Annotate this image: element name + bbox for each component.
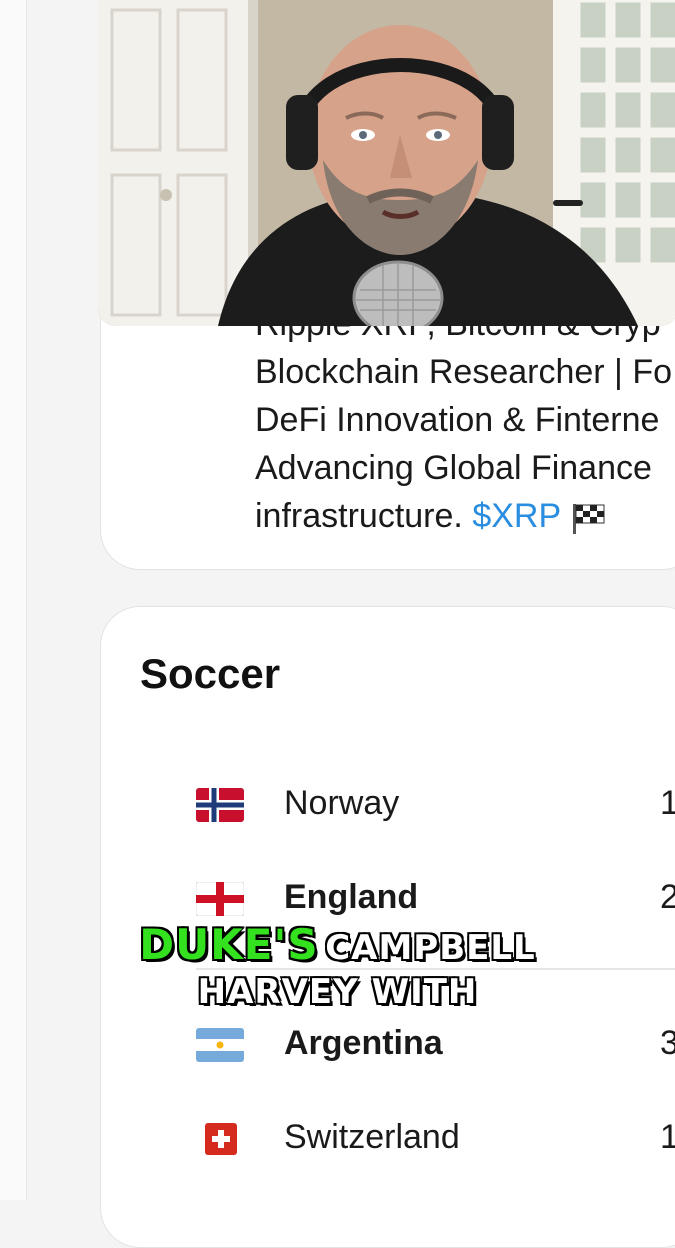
- webcam-video: [98, 0, 675, 326]
- norway-flag-icon: [196, 788, 244, 822]
- team-rank: 2: [660, 878, 675, 916]
- team-name: Switzerland: [284, 1118, 460, 1156]
- video-caption-line-1: DUKE'S CAMPBELL: [0, 919, 675, 970]
- caption-word: CAMPBELL: [324, 927, 536, 969]
- video-caption-line-2: HARVEY WITH: [0, 971, 675, 1013]
- bio-line: DeFi Innovation & Finterne: [255, 401, 660, 439]
- argentina-flag-icon: [196, 1028, 244, 1062]
- ticker-link[interactable]: $XRP: [472, 497, 561, 535]
- profile-bio: Ripple XRP, Bitcoin & Cryp Blockchain Re…: [255, 300, 675, 540]
- england-flag-icon: [196, 882, 244, 916]
- team-name: Norway: [284, 784, 400, 822]
- checkered-flag-icon: [573, 504, 605, 535]
- caption-word: HARVEY WITH: [197, 971, 478, 1013]
- team-name: Argentina: [284, 1024, 443, 1062]
- team-rank: 1: [660, 784, 675, 822]
- team-row-argentina[interactable]: Argentina 3: [190, 1018, 675, 1078]
- team-rank: 3: [660, 1024, 675, 1062]
- team-name: England: [284, 878, 419, 916]
- caption-highlight-word: DUKE'S: [138, 919, 319, 970]
- bio-line-last: infrastructure. $XRP: [255, 492, 675, 540]
- team-row-norway[interactable]: Norway 1: [190, 778, 675, 838]
- switzerland-flag-icon: [205, 1123, 237, 1155]
- left-edge: [0, 0, 27, 1200]
- team-row-switzerland[interactable]: Switzerland 1: [190, 1112, 675, 1172]
- streamer-video-frame: [98, 0, 675, 326]
- team-rank: 1: [660, 1118, 675, 1156]
- bio-line: Blockchain Researcher | Fo: [255, 353, 673, 391]
- bio-line: infrastructure.: [255, 497, 463, 535]
- bio-line: Advancing Global Finance: [255, 449, 652, 487]
- soccer-title: Soccer: [140, 650, 281, 697]
